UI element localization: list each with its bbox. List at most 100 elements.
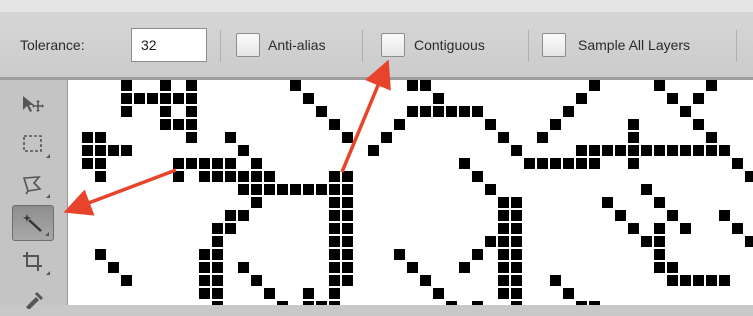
pixel-block — [329, 275, 340, 286]
tolerance-input[interactable]: 32 — [131, 28, 207, 62]
pixel-block — [680, 106, 691, 117]
pixel-block — [225, 171, 236, 182]
pixel-block — [199, 249, 210, 260]
pixel-block — [498, 210, 509, 221]
pixel-block — [394, 249, 405, 260]
move-tool[interactable] — [12, 86, 54, 122]
pixel-block — [693, 275, 704, 286]
pixel-block — [706, 80, 717, 91]
pixel-block — [212, 158, 223, 169]
pixel-block — [576, 93, 587, 104]
anti-alias-checkbox[interactable] — [236, 33, 260, 57]
pixel-block — [238, 184, 249, 195]
pixel-block — [303, 184, 314, 195]
pixel-block — [706, 275, 717, 286]
pixel-block — [342, 275, 353, 286]
pixel-block — [420, 80, 431, 91]
pixel-block — [160, 119, 171, 130]
contiguous-checkbox[interactable] — [381, 33, 405, 57]
pixel-block — [407, 262, 418, 273]
pixel-block — [342, 197, 353, 208]
lasso-tool[interactable] — [12, 166, 54, 202]
pixel-block — [134, 93, 145, 104]
pixel-block — [654, 249, 665, 260]
crop-icon — [23, 252, 42, 271]
pixel-block — [264, 184, 275, 195]
pixel-block — [628, 223, 639, 234]
pixel-block — [251, 171, 262, 182]
pixel-block — [680, 223, 691, 234]
pixel-block — [654, 80, 665, 91]
eyedropper-tool[interactable] — [12, 280, 54, 316]
pixel-block — [108, 145, 119, 156]
pixel-pattern — [82, 67, 753, 312]
pixel-block — [121, 275, 132, 286]
pixel-block — [667, 93, 678, 104]
pixel-block — [199, 275, 210, 286]
pixel-block — [550, 119, 561, 130]
pixel-block — [719, 145, 730, 156]
pixel-block — [290, 184, 301, 195]
pixel-block — [225, 210, 236, 221]
tool-flyout-indicator — [46, 154, 50, 158]
pixel-block — [576, 301, 587, 312]
tolerance-label: Tolerance: — [20, 37, 85, 53]
pixel-block — [95, 171, 106, 182]
pixel-block — [121, 93, 132, 104]
pixel-block — [680, 145, 691, 156]
pixel-block — [472, 301, 483, 312]
pixel-block — [615, 210, 626, 221]
pixel-block — [511, 210, 522, 221]
pixel-block — [654, 197, 665, 208]
pixel-block — [173, 119, 184, 130]
pixel-block — [212, 288, 223, 299]
pixel-block — [589, 80, 600, 91]
tool-flyout-indicator — [46, 194, 50, 198]
pixel-block — [238, 145, 249, 156]
pixel-block — [303, 301, 314, 312]
image-canvas[interactable] — [68, 67, 753, 312]
pixel-block — [407, 80, 418, 91]
pixel-block — [641, 145, 652, 156]
pixel-block — [95, 158, 106, 169]
pixel-block — [251, 197, 262, 208]
pixel-block — [303, 288, 314, 299]
tool-flyout-indicator — [45, 232, 49, 236]
pixel-block — [654, 236, 665, 247]
pixel-block — [602, 197, 613, 208]
pixel-block — [641, 184, 652, 195]
marquee-tool[interactable] — [12, 126, 54, 162]
pixel-block — [82, 145, 93, 156]
pixel-block — [524, 158, 535, 169]
pixel-block — [589, 301, 600, 312]
pixel-block — [212, 236, 223, 247]
pixel-block — [199, 288, 210, 299]
pixel-block — [433, 288, 444, 299]
pixel-block — [745, 236, 753, 247]
pixel-block — [654, 223, 665, 234]
pixel-block — [498, 236, 509, 247]
sample-all-layers-label[interactable]: Sample All Layers — [578, 37, 690, 53]
pixel-block — [459, 106, 470, 117]
anti-alias-label[interactable]: Anti-alias — [268, 37, 326, 53]
pixel-block — [121, 106, 132, 117]
pixel-block — [628, 158, 639, 169]
pixel-block — [433, 93, 444, 104]
pixel-block — [303, 93, 314, 104]
pixel-block — [342, 132, 353, 143]
pixel-block — [563, 288, 574, 299]
tool-panel — [0, 80, 68, 309]
pixel-block — [238, 210, 249, 221]
pixel-block — [680, 275, 691, 286]
pixel-block — [511, 249, 522, 260]
pixel-block — [446, 106, 457, 117]
pixel-block — [225, 132, 236, 143]
contiguous-label[interactable]: Contiguous — [414, 37, 485, 53]
pixel-block — [550, 275, 561, 286]
magic-wand-tool[interactable] — [12, 205, 54, 241]
pixel-block — [186, 93, 197, 104]
crop-tool[interactable] — [12, 243, 54, 279]
pixel-block — [511, 197, 522, 208]
pixel-block — [537, 158, 548, 169]
sample-all-layers-checkbox[interactable] — [542, 33, 566, 57]
